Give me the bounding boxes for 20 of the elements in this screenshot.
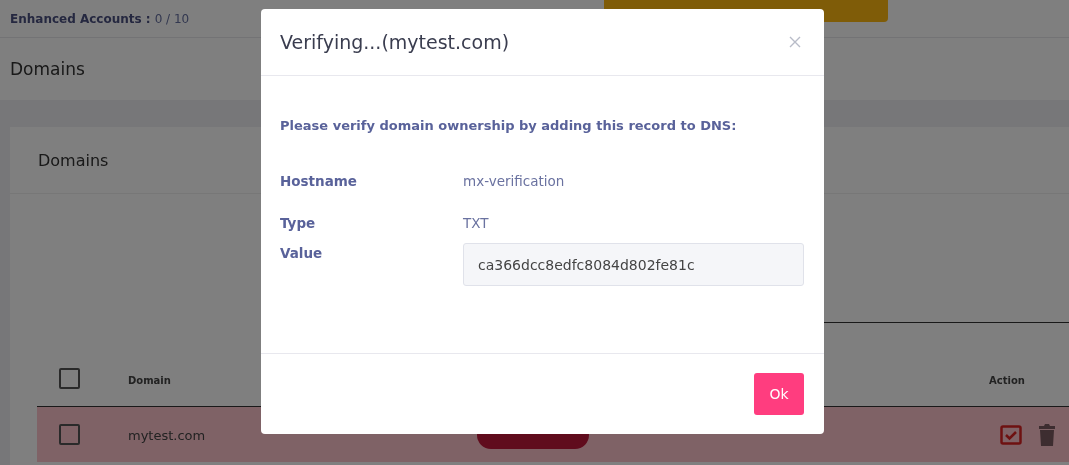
instruction-text: Please verify domain ownership by adding this record to DNS: xyxy=(280,118,738,133)
value-field[interactable]: ca366dcc8edfc8084d802fe81c xyxy=(463,243,804,286)
select-all-checkbox[interactable] xyxy=(58,368,80,389)
row-checkbox[interactable] xyxy=(58,424,80,445)
dialog-title: Verifying...(mytest.com) xyxy=(280,31,510,53)
column-header: Domain xyxy=(128,375,171,386)
field-value: mx-verification xyxy=(463,173,565,189)
delete-icon[interactable] xyxy=(1038,423,1056,446)
field-label: Type xyxy=(280,215,317,231)
accounts-count: 0 / 10 xyxy=(154,11,190,26)
accounts-label: Enhanced Accounts : xyxy=(10,11,151,26)
card-title: Domains xyxy=(38,150,109,170)
verify-icon[interactable] xyxy=(1000,424,1022,445)
table-cell: mytest.com xyxy=(128,428,206,443)
column-header: Action xyxy=(989,375,1025,386)
field-value: TXT xyxy=(463,215,489,231)
page-title: Domains xyxy=(10,59,85,79)
field-label: Hostname xyxy=(280,173,358,189)
field-label: Value xyxy=(280,244,324,261)
close-icon[interactable] xyxy=(789,36,801,48)
